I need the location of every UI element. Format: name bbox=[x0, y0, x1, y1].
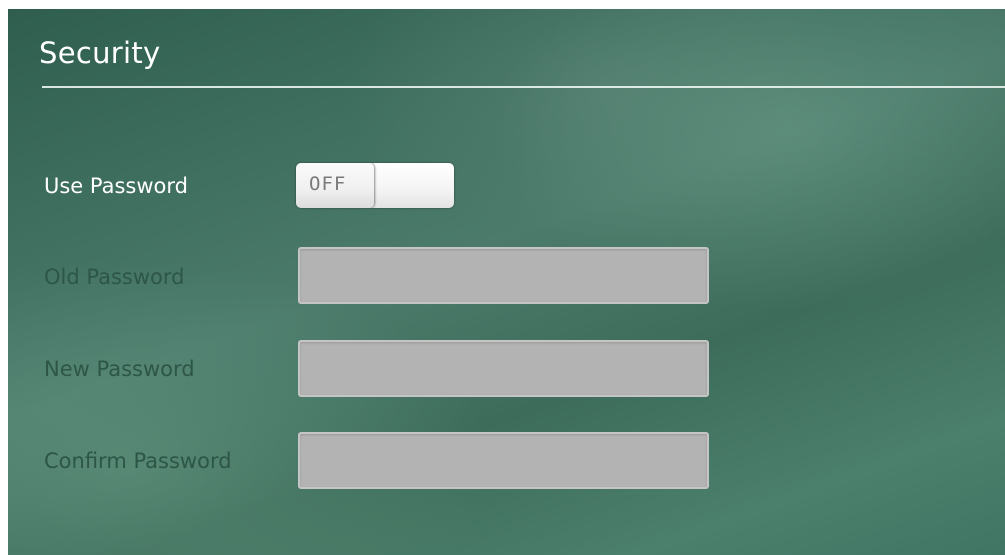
confirm-password-field[interactable] bbox=[298, 432, 709, 489]
toggle-knob[interactable]: OFF bbox=[296, 163, 374, 208]
toggle-state-text: OFF bbox=[309, 173, 347, 195]
use-password-toggle[interactable]: OFF bbox=[296, 163, 454, 208]
old-password-label: Old Password bbox=[44, 265, 185, 289]
section-title: Security bbox=[39, 36, 161, 70]
use-password-label: Use Password bbox=[44, 174, 188, 198]
old-password-field[interactable] bbox=[298, 247, 709, 304]
security-settings-panel: Security Use Password OFF Old Password N… bbox=[8, 9, 1005, 555]
section-divider bbox=[42, 86, 1005, 88]
new-password-field[interactable] bbox=[298, 340, 709, 397]
confirm-password-label: Confirm Password bbox=[44, 449, 232, 473]
new-password-label: New Password bbox=[44, 357, 195, 381]
